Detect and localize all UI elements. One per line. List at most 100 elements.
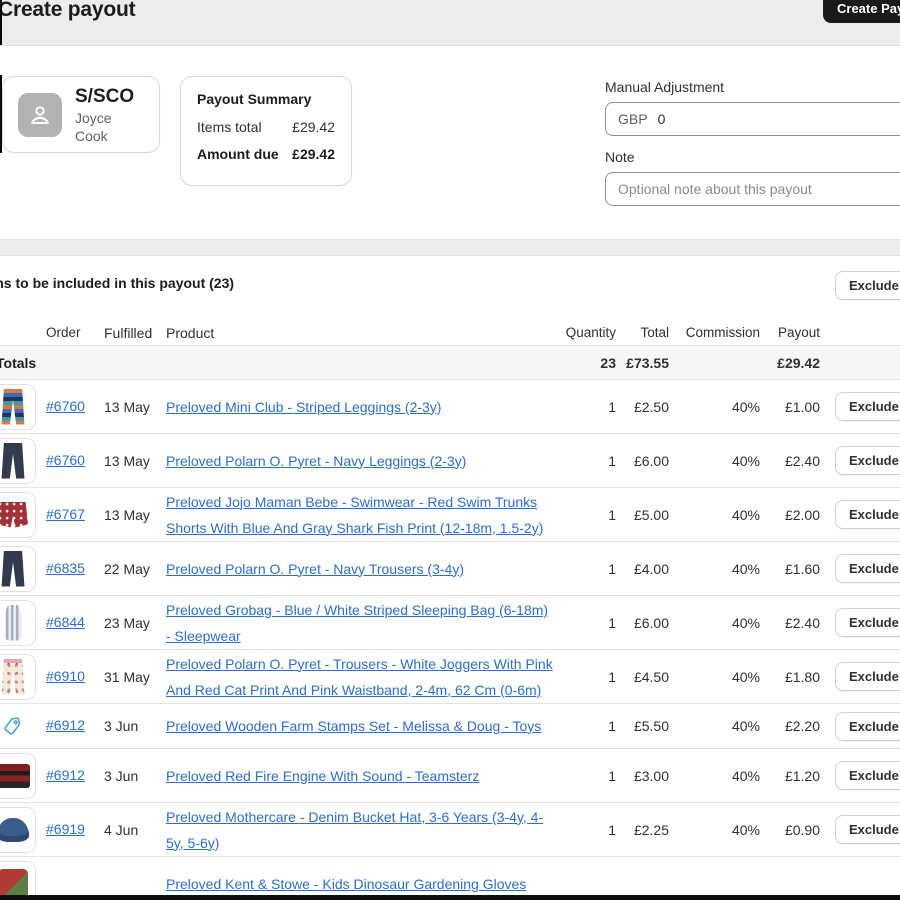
table-row: #6910 31 May Preloved Polarn O. Pyret - …	[0, 650, 900, 704]
fulfilled-date: 13 May	[104, 507, 166, 523]
exclude-button[interactable]: Exclude	[835, 500, 900, 529]
fulfilled-date: 13 May	[104, 399, 166, 415]
total-value: £6.00	[616, 615, 669, 631]
tag-icon	[0, 704, 34, 748]
payout-value: £1.60	[760, 561, 820, 577]
totals-quantity: 23	[554, 355, 616, 371]
quantity-value: 1	[554, 507, 616, 523]
exclude-all-button[interactable]: Exclude All	[835, 271, 900, 300]
fulfilled-date: 13 May	[104, 453, 166, 469]
fulfilled-date: 3 Jun	[104, 768, 166, 784]
exclude-button[interactable]: Exclude	[835, 761, 900, 790]
payout-value: £2.40	[760, 453, 820, 469]
app-window: Create payout Create Payout S/SCO Joyce …	[0, 0, 900, 900]
product-thumbnail	[0, 492, 46, 538]
order-link[interactable]: #6844	[46, 614, 85, 630]
fulfilled-date: 3 Jun	[104, 718, 166, 734]
manual-adjustment-label: Manual Adjustment	[605, 79, 900, 95]
table-row: #6912 3 Jun Preloved Red Fire Engine Wit…	[0, 749, 900, 803]
note-input[interactable]	[605, 172, 900, 206]
payout-value: £1.20	[760, 768, 820, 784]
product-thumbnail	[0, 438, 46, 484]
table-row: #6767 13 May Preloved Jojo Maman Bebe - …	[0, 488, 900, 542]
manual-adjustment-value: 0	[658, 111, 666, 127]
total-value: £4.00	[616, 561, 669, 577]
create-payout-button[interactable]: Create Payout	[823, 0, 900, 23]
product-link[interactable]: Preloved Mini Club - Striped Leggings (2…	[166, 399, 441, 415]
product-link[interactable]: Preloved Red Fire Engine With Sound - Te…	[166, 768, 479, 784]
payout-value: £2.20	[760, 718, 820, 734]
commission-value: 40%	[669, 822, 760, 838]
total-value: £4.50	[616, 669, 669, 685]
window-edge-left	[0, 0, 2, 45]
product-link[interactable]: Preloved Wooden Farm Stamps Set - Meliss…	[166, 718, 541, 734]
payout-value: £2.00	[760, 507, 820, 523]
product-link[interactable]: Preloved Grobag - Blue / White Striped S…	[166, 602, 548, 644]
exclude-button[interactable]: Exclude	[835, 712, 900, 741]
commission-value: 40%	[669, 399, 760, 415]
table-row: #6760 13 May Preloved Mini Club - Stripe…	[0, 380, 900, 434]
product-link[interactable]: Preloved Kent & Stowe - Kids Dinosaur Ga…	[166, 876, 526, 892]
payout-overview-section: S/SCO Joyce Cook Payout Summary Items to…	[0, 46, 900, 239]
customer-avatar-icon	[18, 93, 62, 137]
table-row: #6919 4 Jun Preloved Mothercare - Denim …	[0, 803, 900, 857]
order-link[interactable]: #6760	[46, 398, 85, 414]
product-link[interactable]: Preloved Polarn O. Pyret - Navy Leggings…	[166, 453, 466, 469]
order-link[interactable]: #6760	[46, 452, 85, 468]
quantity-value: 1	[554, 822, 616, 838]
exclude-button[interactable]: Exclude	[835, 446, 900, 475]
items-section-title: Items to be included in this payout (23)	[0, 275, 900, 291]
product-thumbnail	[0, 654, 46, 700]
column-header-payout: Payout	[760, 325, 820, 340]
quantity-value: 1	[554, 669, 616, 685]
column-header-fulfilled: Fulfilled	[104, 325, 166, 341]
amount-due-value: £29.42	[292, 146, 335, 162]
product-link[interactable]: Preloved Jojo Maman Bebe - Swimwear - Re…	[166, 494, 543, 536]
exclude-button[interactable]: Exclude	[835, 554, 900, 583]
product-thumbnail	[0, 546, 46, 592]
fulfilled-date: 4 Jun	[104, 822, 166, 838]
totals-payout: £29.42	[760, 355, 820, 371]
table-row: #6760 13 May Preloved Polarn O. Pyret - …	[0, 434, 900, 488]
commission-value: 40%	[669, 669, 760, 685]
page-header: Create payout Create Payout	[0, 0, 900, 46]
exclude-button[interactable]: Exclude	[835, 608, 900, 637]
order-link[interactable]: #6919	[46, 821, 85, 837]
exclude-button[interactable]: Exclude	[835, 815, 900, 844]
quantity-value: 1	[554, 768, 616, 784]
product-link[interactable]: Preloved Mothercare - Denim Bucket Hat, …	[166, 809, 543, 851]
items-table: Order Fulfilled Product Quantity Total C…	[0, 320, 900, 900]
payout-summary-title: Payout Summary	[197, 91, 335, 107]
order-link[interactable]: #6912	[46, 767, 85, 783]
exclude-button[interactable]: Exclude	[835, 392, 900, 421]
order-link[interactable]: #6835	[46, 560, 85, 576]
fulfilled-date: 23 May	[104, 615, 166, 631]
fulfilled-date: 22 May	[104, 561, 166, 577]
commission-value: 40%	[669, 768, 760, 784]
column-header-total: Total	[616, 325, 669, 340]
product-thumbnail	[0, 807, 46, 853]
total-value: £6.00	[616, 453, 669, 469]
exclude-button[interactable]: Exclude	[835, 662, 900, 691]
product-link[interactable]: Preloved Polarn O. Pyret - Trousers - Wh…	[166, 656, 553, 698]
commission-value: 40%	[669, 453, 760, 469]
commission-value: 40%	[669, 615, 760, 631]
manual-adjustment-input[interactable]: GBP 0	[605, 102, 900, 136]
quantity-value: 1	[554, 561, 616, 577]
table-row: #6835 22 May Preloved Polarn O. Pyret - …	[0, 542, 900, 596]
customer-name: Joyce Cook	[75, 109, 144, 145]
quantity-value: 1	[554, 453, 616, 469]
order-link[interactable]: #6912	[46, 717, 85, 733]
table-row: #6912 3 Jun Preloved Wooden Farm Stamps …	[0, 704, 900, 749]
order-link[interactable]: #6910	[46, 668, 85, 684]
column-header-order: Order	[46, 325, 104, 340]
window-edge-bottom	[0, 895, 900, 900]
table-row: #6844 23 May Preloved Grobag - Blue / Wh…	[0, 596, 900, 650]
payout-value: £2.40	[760, 615, 820, 631]
product-link[interactable]: Preloved Polarn O. Pyret - Navy Trousers…	[166, 561, 464, 577]
note-label: Note	[605, 149, 900, 165]
product-thumbnail	[0, 384, 46, 430]
items-total-value: £29.42	[292, 119, 335, 135]
order-link[interactable]: #6767	[46, 506, 85, 522]
customer-code: S/SCO	[75, 85, 144, 109]
